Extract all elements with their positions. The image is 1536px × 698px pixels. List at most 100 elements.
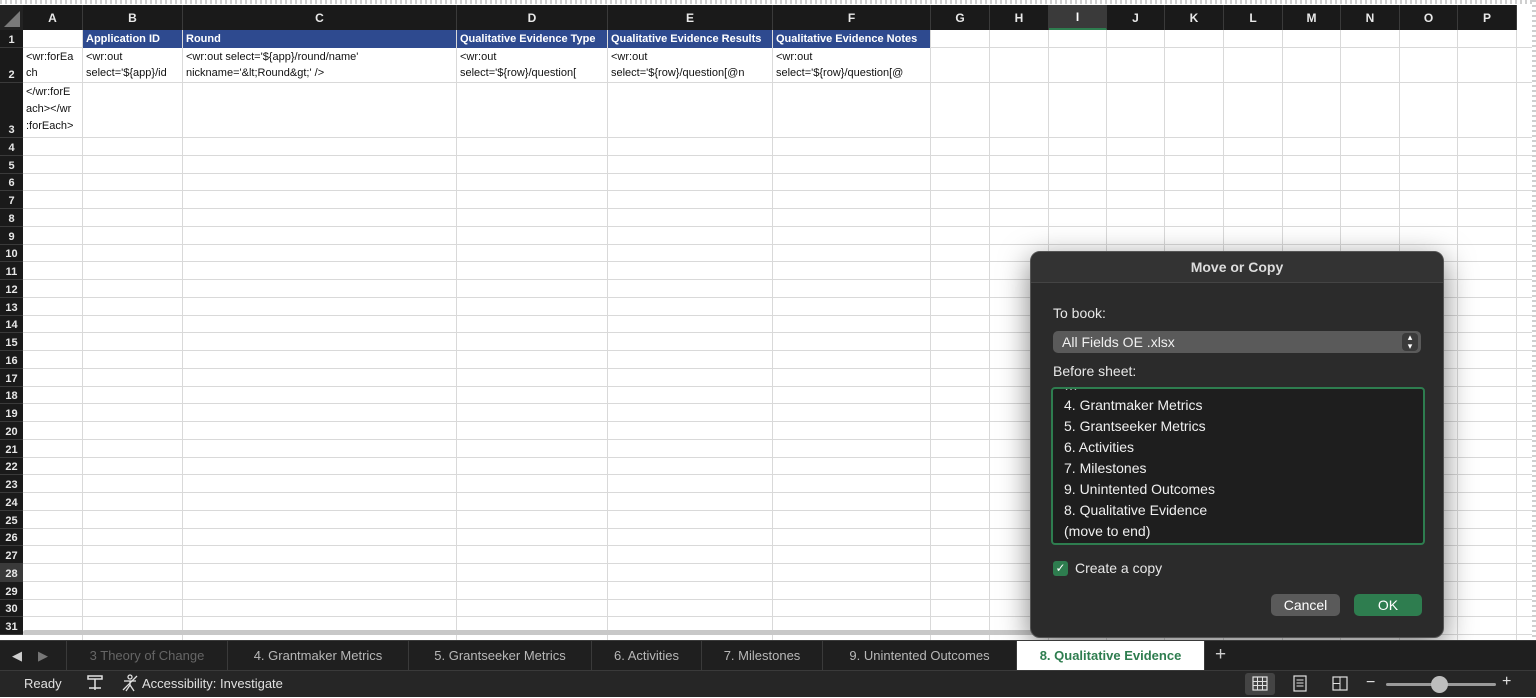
before-sheet-list[interactable]: … 4. Grantmaker Metrics 5. Grantseeker M… <box>1051 387 1425 545</box>
row-header-8[interactable]: 8 <box>0 209 23 227</box>
row-header-18[interactable]: 18 <box>0 387 23 404</box>
row-header-9[interactable]: 9 <box>0 227 23 245</box>
column-header-j[interactable]: J <box>1107 5 1165 30</box>
ok-button[interactable]: OK <box>1354 594 1422 616</box>
row-header-29[interactable]: 29 <box>0 582 23 600</box>
tab-milestones[interactable]: 7. Milestones <box>702 641 823 670</box>
cell-a3-line3[interactable]: :forEach> <box>23 118 82 135</box>
cell-b2-line1[interactable]: <wr:out <box>83 49 182 66</box>
list-item[interactable]: (move to end) <box>1064 521 1150 542</box>
cell-e2-line1[interactable]: <wr:out <box>608 49 772 66</box>
column-header-i[interactable]: I <box>1049 5 1107 30</box>
row-header-21[interactable]: 21 <box>0 440 23 458</box>
column-header-f[interactable]: F <box>773 5 931 30</box>
column-header-k[interactable]: K <box>1165 5 1224 30</box>
cell-c2-line2[interactable]: nickname='&lt;Round&gt;' /> <box>183 65 456 82</box>
column-header-e[interactable]: E <box>608 5 773 30</box>
row-header-14[interactable]: 14 <box>0 316 23 333</box>
select-all-corner[interactable] <box>0 5 23 30</box>
list-item[interactable]: 9. Unintented Outcomes <box>1064 479 1215 500</box>
accessibility-icon[interactable] <box>121 674 139 695</box>
tab-qualitative-evidence[interactable]: 8. Qualitative Evidence <box>1017 641 1205 670</box>
book-select[interactable]: All Fields OE .xlsx ▴ ▾ <box>1053 331 1421 353</box>
horizontal-scrollbar[interactable] <box>23 630 1123 635</box>
list-item[interactable]: 6. Activities <box>1064 437 1134 458</box>
row-header-4[interactable]: 4 <box>0 138 23 156</box>
row-header-6[interactable]: 6 <box>0 174 23 191</box>
row-header-25[interactable]: 25 <box>0 511 23 529</box>
column-header-a[interactable]: A <box>23 5 83 30</box>
cell-b2-line2[interactable]: select='${app}/id <box>83 65 182 82</box>
cell-a3-line2[interactable]: ach></wr <box>23 101 82 118</box>
cell-a2-line1[interactable]: <wr:forEa <box>23 49 82 66</box>
row-header-3[interactable]: 3 <box>0 83 23 138</box>
list-item[interactable]: 5. Grantseeker Metrics <box>1064 416 1206 437</box>
cell-e2-line2[interactable]: select='${row}/question[@n <box>608 65 772 82</box>
column-header-n[interactable]: N <box>1341 5 1400 30</box>
column-header-d[interactable]: D <box>457 5 608 30</box>
zoom-in-button[interactable]: + <box>1502 673 1511 691</box>
cell-b1[interactable]: Application ID <box>83 30 182 48</box>
create-copy-checkbox[interactable]: ✓ <box>1053 561 1068 576</box>
row-header-28[interactable]: 28 <box>0 564 23 582</box>
row-header-27[interactable]: 27 <box>0 546 23 564</box>
page-layout-view-button[interactable] <box>1285 673 1315 695</box>
row-header-7[interactable]: 7 <box>0 191 23 209</box>
prev-sheet-icon[interactable]: ◀ <box>12 648 22 664</box>
cell-a3-line1[interactable]: </wr:forE <box>23 84 82 101</box>
column-header-l[interactable]: L <box>1224 5 1283 30</box>
cell-f1[interactable]: Qualitative Evidence Notes <box>773 30 930 48</box>
row-header-17[interactable]: 17 <box>0 369 23 387</box>
row-header-23[interactable]: 23 <box>0 475 23 493</box>
cell-c1[interactable]: Round <box>183 30 456 48</box>
column-header-b[interactable]: B <box>83 5 183 30</box>
column-header-c[interactable]: C <box>183 5 457 30</box>
add-sheet-button[interactable]: + <box>1215 644 1226 666</box>
row-header-13[interactable]: 13 <box>0 298 23 316</box>
row-header-30[interactable]: 30 <box>0 600 23 617</box>
cell-a2-line2[interactable]: ch <box>23 65 82 82</box>
next-sheet-icon[interactable]: ▶ <box>38 648 48 664</box>
macro-record-icon[interactable] <box>86 674 104 695</box>
row-header-26[interactable]: 26 <box>0 529 23 546</box>
tab-unintented-outcomes[interactable]: 9. Unintented Outcomes <box>823 641 1017 670</box>
column-header-o[interactable]: O <box>1400 5 1458 30</box>
row-header-10[interactable]: 10 <box>0 245 23 262</box>
row-header-19[interactable]: 19 <box>0 404 23 422</box>
row-header-2[interactable]: 2 <box>0 48 23 83</box>
cell-d2-line2[interactable]: select='${row}/question[ <box>457 65 607 82</box>
normal-view-button[interactable] <box>1245 673 1275 695</box>
zoom-out-button[interactable]: − <box>1366 674 1375 692</box>
row-header-11[interactable]: 11 <box>0 262 23 280</box>
column-header-m[interactable]: M <box>1283 5 1341 30</box>
cell-d2-line1[interactable]: <wr:out <box>457 49 607 66</box>
tab-grantmaker-metrics[interactable]: 4. Grantmaker Metrics <box>228 641 409 670</box>
zoom-slider-thumb[interactable] <box>1431 676 1448 693</box>
row-header-24[interactable]: 24 <box>0 493 23 511</box>
column-header-p[interactable]: P <box>1458 5 1517 30</box>
list-item[interactable]: 8. Qualitative Evidence <box>1064 500 1207 521</box>
row-header-31[interactable]: 31 <box>0 617 23 635</box>
column-header-g[interactable]: G <box>931 5 990 30</box>
row-header-22[interactable]: 22 <box>0 458 23 475</box>
column-header-h[interactable]: H <box>990 5 1049 30</box>
list-item[interactable]: 7. Milestones <box>1064 458 1146 479</box>
cell-f2-line1[interactable]: <wr:out <box>773 49 930 66</box>
create-copy-label[interactable]: Create a copy <box>1075 560 1162 576</box>
cell-d1[interactable]: Qualitative Evidence Type <box>457 30 607 48</box>
cancel-button[interactable]: Cancel <box>1271 594 1340 616</box>
tab-theory-of-change[interactable]: 3 Theory of Change <box>66 641 228 670</box>
row-header-15[interactable]: 15 <box>0 333 23 351</box>
row-header-1[interactable]: 1 <box>0 30 23 48</box>
cell-e1[interactable]: Qualitative Evidence Results <box>608 30 772 48</box>
cell-f2-line2[interactable]: select='${row}/question[@ <box>773 65 930 82</box>
list-item[interactable]: 4. Grantmaker Metrics <box>1064 395 1202 416</box>
cell-c2-line1[interactable]: <wr:out select='${app}/round/name' <box>183 49 456 66</box>
row-header-5[interactable]: 5 <box>0 156 23 174</box>
row-header-12[interactable]: 12 <box>0 280 23 298</box>
accessibility-status[interactable]: Accessibility: Investigate <box>142 676 283 691</box>
row-header-16[interactable]: 16 <box>0 351 23 369</box>
tab-grantseeker-metrics[interactable]: 5. Grantseeker Metrics <box>409 641 592 670</box>
row-header-20[interactable]: 20 <box>0 422 23 440</box>
page-break-view-button[interactable] <box>1325 673 1355 695</box>
